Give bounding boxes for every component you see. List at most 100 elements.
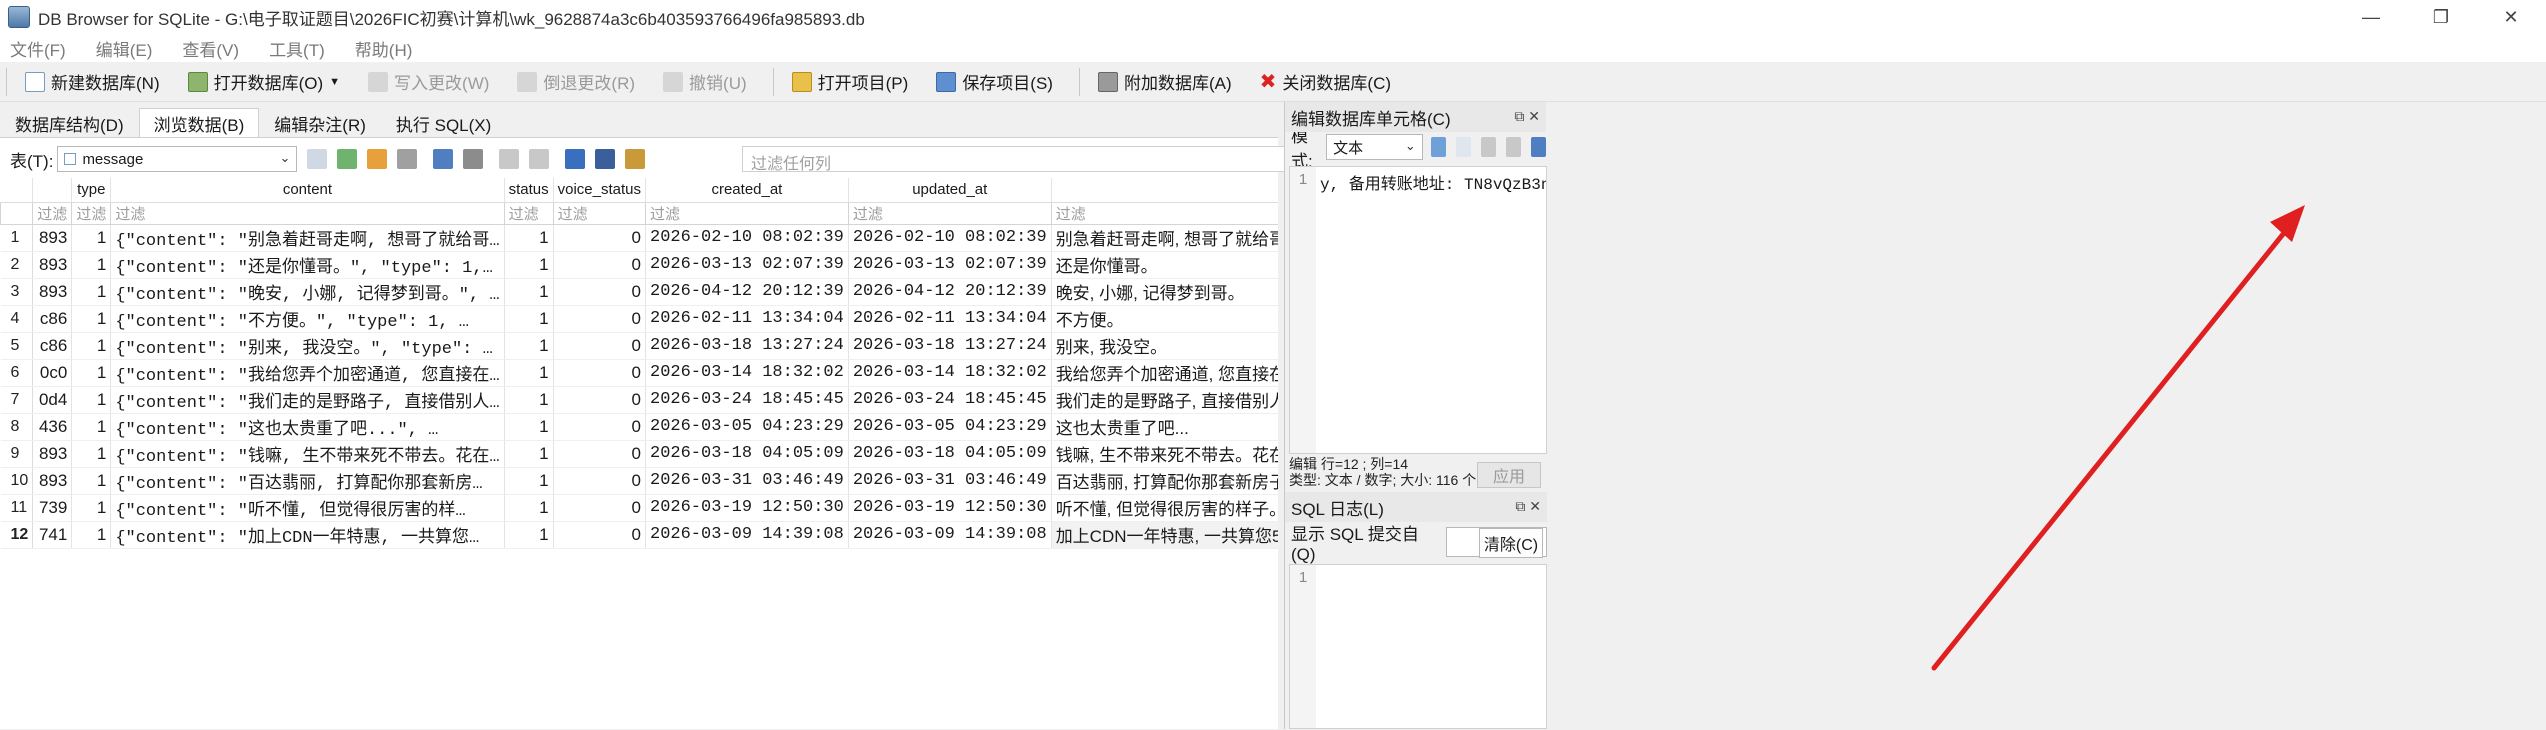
row-number[interactable]: 1	[0, 224, 34, 252]
menu-edit[interactable]: 编辑(E)	[96, 36, 153, 61]
cell-id[interactable]: 893	[32, 278, 73, 306]
cell-created-at[interactable]: 2026-03-13 02:07:39	[645, 251, 849, 279]
cell-status[interactable]: 1	[504, 521, 554, 549]
cell-content[interactable]: {"content": "晚安, 小娜, 记得梦到哥。", …	[110, 278, 505, 306]
row-number[interactable]: 10	[0, 467, 34, 495]
dock-float-close-icon[interactable]: ⧉ ✕	[1515, 498, 1541, 515]
cell-created-at[interactable]: 2026-02-10 08:02:39	[645, 224, 849, 252]
filter-input[interactable]: 过滤	[847, 201, 1052, 225]
save-project-button[interactable]: 保存项目(S)	[926, 65, 1063, 99]
cell-searchable-word[interactable]: 晚安, 小娜, 记得梦到哥。	[1051, 278, 1278, 306]
cell-id[interactable]: 893	[32, 224, 73, 252]
cell-status[interactable]: 1	[504, 494, 554, 522]
row-number[interactable]: 8	[0, 413, 34, 441]
highlight-icon[interactable]	[625, 149, 646, 169]
cell-content[interactable]: {"content": "还是你懂哥。", "type": 1,…	[110, 251, 505, 279]
cell-status[interactable]: 1	[504, 413, 554, 441]
cell-updated-at[interactable]: 2026-03-18 13:27:24	[848, 332, 1052, 360]
find-icon[interactable]	[595, 149, 616, 169]
cell-updated-at[interactable]: 2026-02-11 13:34:04	[848, 305, 1052, 333]
table-row[interactable]: 4 c86 1 {"content": "不方便。", "type": 1, … 1 0 2…	[0, 305, 1278, 333]
cell-updated-at[interactable]: 2026-03-24 18:45:45	[848, 386, 1052, 414]
cell-type[interactable]: 1	[71, 305, 112, 333]
cell-content[interactable]: {"content": "别来, 我没空。", "type": …	[110, 332, 505, 360]
cell-status[interactable]: 1	[504, 467, 554, 495]
clear-filters-icon[interactable]	[307, 149, 328, 169]
cell-updated-at[interactable]: 2026-02-10 08:02:39	[848, 224, 1052, 252]
tab-execute-sql[interactable]: 执行 SQL(X)	[381, 108, 506, 138]
write-changes-button[interactable]: 写入更改(W)	[358, 65, 499, 99]
mode-select[interactable]: 文本 ⌄	[1326, 134, 1423, 160]
clear-sort-icon[interactable]	[367, 149, 388, 169]
cell-searchable-word[interactable]: 钱嘛, 生不带来死不带去。花在你身上, 哥乐意。	[1051, 440, 1278, 468]
filter-input[interactable]: 过滤	[645, 201, 849, 225]
table-row[interactable]: 11 739 1 {"content": "听不懂, 但觉得很厉害的样… 1 0 2026-…	[0, 494, 1278, 522]
cell-created-at[interactable]: 2026-03-05 04:23:29	[645, 413, 849, 441]
cell-voice-status[interactable]: 0	[553, 440, 647, 468]
revert-changes-button[interactable]: 倒退更改(R)	[507, 65, 645, 99]
cell-voice-status[interactable]: 0	[553, 494, 647, 522]
save-table-icon[interactable]	[433, 149, 454, 169]
cell-created-at[interactable]: 2026-03-09 14:39:08	[645, 521, 849, 549]
cell-id[interactable]: 893	[32, 251, 73, 279]
cell-status[interactable]: 1	[504, 359, 554, 387]
column-header-voice-status[interactable]: voice_status	[553, 178, 647, 203]
open-dropdown-icon[interactable]: ▼	[329, 76, 340, 88]
cell-status[interactable]: 1	[504, 278, 554, 306]
table-row[interactable]: 10 893 1 {"content": "百达翡丽, 打算配你那套新房… 1 0 2026…	[0, 467, 1278, 495]
sql-log-view[interactable]: 1	[1289, 564, 1547, 729]
restore-button[interactable]: ❐	[2406, 0, 2476, 34]
import-icon[interactable]	[1505, 137, 1521, 157]
cell-id[interactable]: 739	[32, 494, 73, 522]
filter-icon[interactable]	[397, 149, 418, 169]
row-number[interactable]: 7	[0, 386, 34, 414]
cell-voice-status[interactable]: 0	[553, 251, 647, 279]
table-row[interactable]: 9 893 1 {"content": "钱嘛, 生不带来死不带去。花在… 1 0 2026…	[0, 440, 1278, 468]
cell-content[interactable]: {"content": "听不懂, 但觉得很厉害的样…	[110, 494, 505, 522]
cell-type[interactable]: 1	[71, 359, 112, 387]
table-row[interactable]: 5 c86 1 {"content": "别来, 我没空。", "type": … 1 0…	[0, 332, 1278, 360]
cell-type[interactable]: 1	[71, 386, 112, 414]
cell-created-at[interactable]: 2026-03-18 13:27:24	[645, 332, 849, 360]
cell-updated-at[interactable]: 2026-03-05 04:23:29	[848, 413, 1052, 441]
cell-searchable-word[interactable]: 听不懂, 但觉得很厉害的样子。	[1051, 494, 1278, 522]
cell-searchable-word[interactable]: 不方便。	[1051, 305, 1278, 333]
cell-created-at[interactable]: 2026-03-18 04:05:09	[645, 440, 849, 468]
column-header-searchable-word[interactable]: searchable_word	[1051, 178, 1278, 203]
cell-id[interactable]: 893	[32, 467, 73, 495]
cell-voice-status[interactable]: 0	[553, 521, 647, 549]
apply-button[interactable]: 应用	[1477, 462, 1541, 488]
cell-updated-at[interactable]: 2026-03-13 02:07:39	[848, 251, 1052, 279]
row-number[interactable]: 5	[0, 332, 34, 360]
insert-record-icon[interactable]	[499, 149, 520, 169]
table-row[interactable]: 3 893 1 {"content": "晚安, 小娜, 记得梦到哥。", … 1 0 20…	[0, 278, 1278, 306]
text-format-icon[interactable]	[565, 149, 586, 169]
filter-input[interactable]: 过滤	[503, 201, 554, 225]
tab-browse-data[interactable]: 浏览数据(B)	[138, 108, 260, 138]
cell-voice-status[interactable]: 0	[553, 359, 647, 387]
filter-input[interactable]: 过滤	[552, 201, 647, 225]
filter-input[interactable]: 过滤	[71, 201, 112, 225]
cell-voice-status[interactable]: 0	[553, 413, 647, 441]
menu-help[interactable]: 帮助(H)	[355, 36, 413, 61]
cell-created-at[interactable]: 2026-03-19 12:50:30	[645, 494, 849, 522]
cell-type[interactable]: 1	[71, 521, 112, 549]
cell-created-at[interactable]: 2026-03-24 18:45:45	[645, 386, 849, 414]
cell-id[interactable]: 741	[32, 521, 73, 549]
filter-input[interactable]: 过滤	[110, 201, 505, 225]
word-wrap-icon[interactable]	[1455, 137, 1471, 157]
row-number[interactable]: 3	[0, 278, 34, 306]
cell-created-at[interactable]: 2026-04-12 20:12:39	[645, 278, 849, 306]
close-window-button[interactable]: ✕	[2476, 0, 2546, 34]
cell-created-at[interactable]: 2026-03-14 18:32:02	[645, 359, 849, 387]
cell-type[interactable]: 1	[71, 467, 112, 495]
cell-type[interactable]: 1	[71, 251, 112, 279]
cell-type[interactable]: 1	[71, 224, 112, 252]
cell-created-at[interactable]: 2026-02-11 13:34:04	[645, 305, 849, 333]
tab-database-structure[interactable]: 数据库结构(D)	[0, 108, 139, 138]
close-database-button[interactable]: ✖ 关闭数据库(C)	[1250, 65, 1401, 99]
row-number[interactable]: 9	[0, 440, 34, 468]
cell-searchable-word[interactable]: 还是你懂哥。	[1051, 251, 1278, 279]
cell-updated-at[interactable]: 2026-03-19 12:50:30	[848, 494, 1052, 522]
cell-updated-at[interactable]: 2026-04-12 20:12:39	[848, 278, 1052, 306]
